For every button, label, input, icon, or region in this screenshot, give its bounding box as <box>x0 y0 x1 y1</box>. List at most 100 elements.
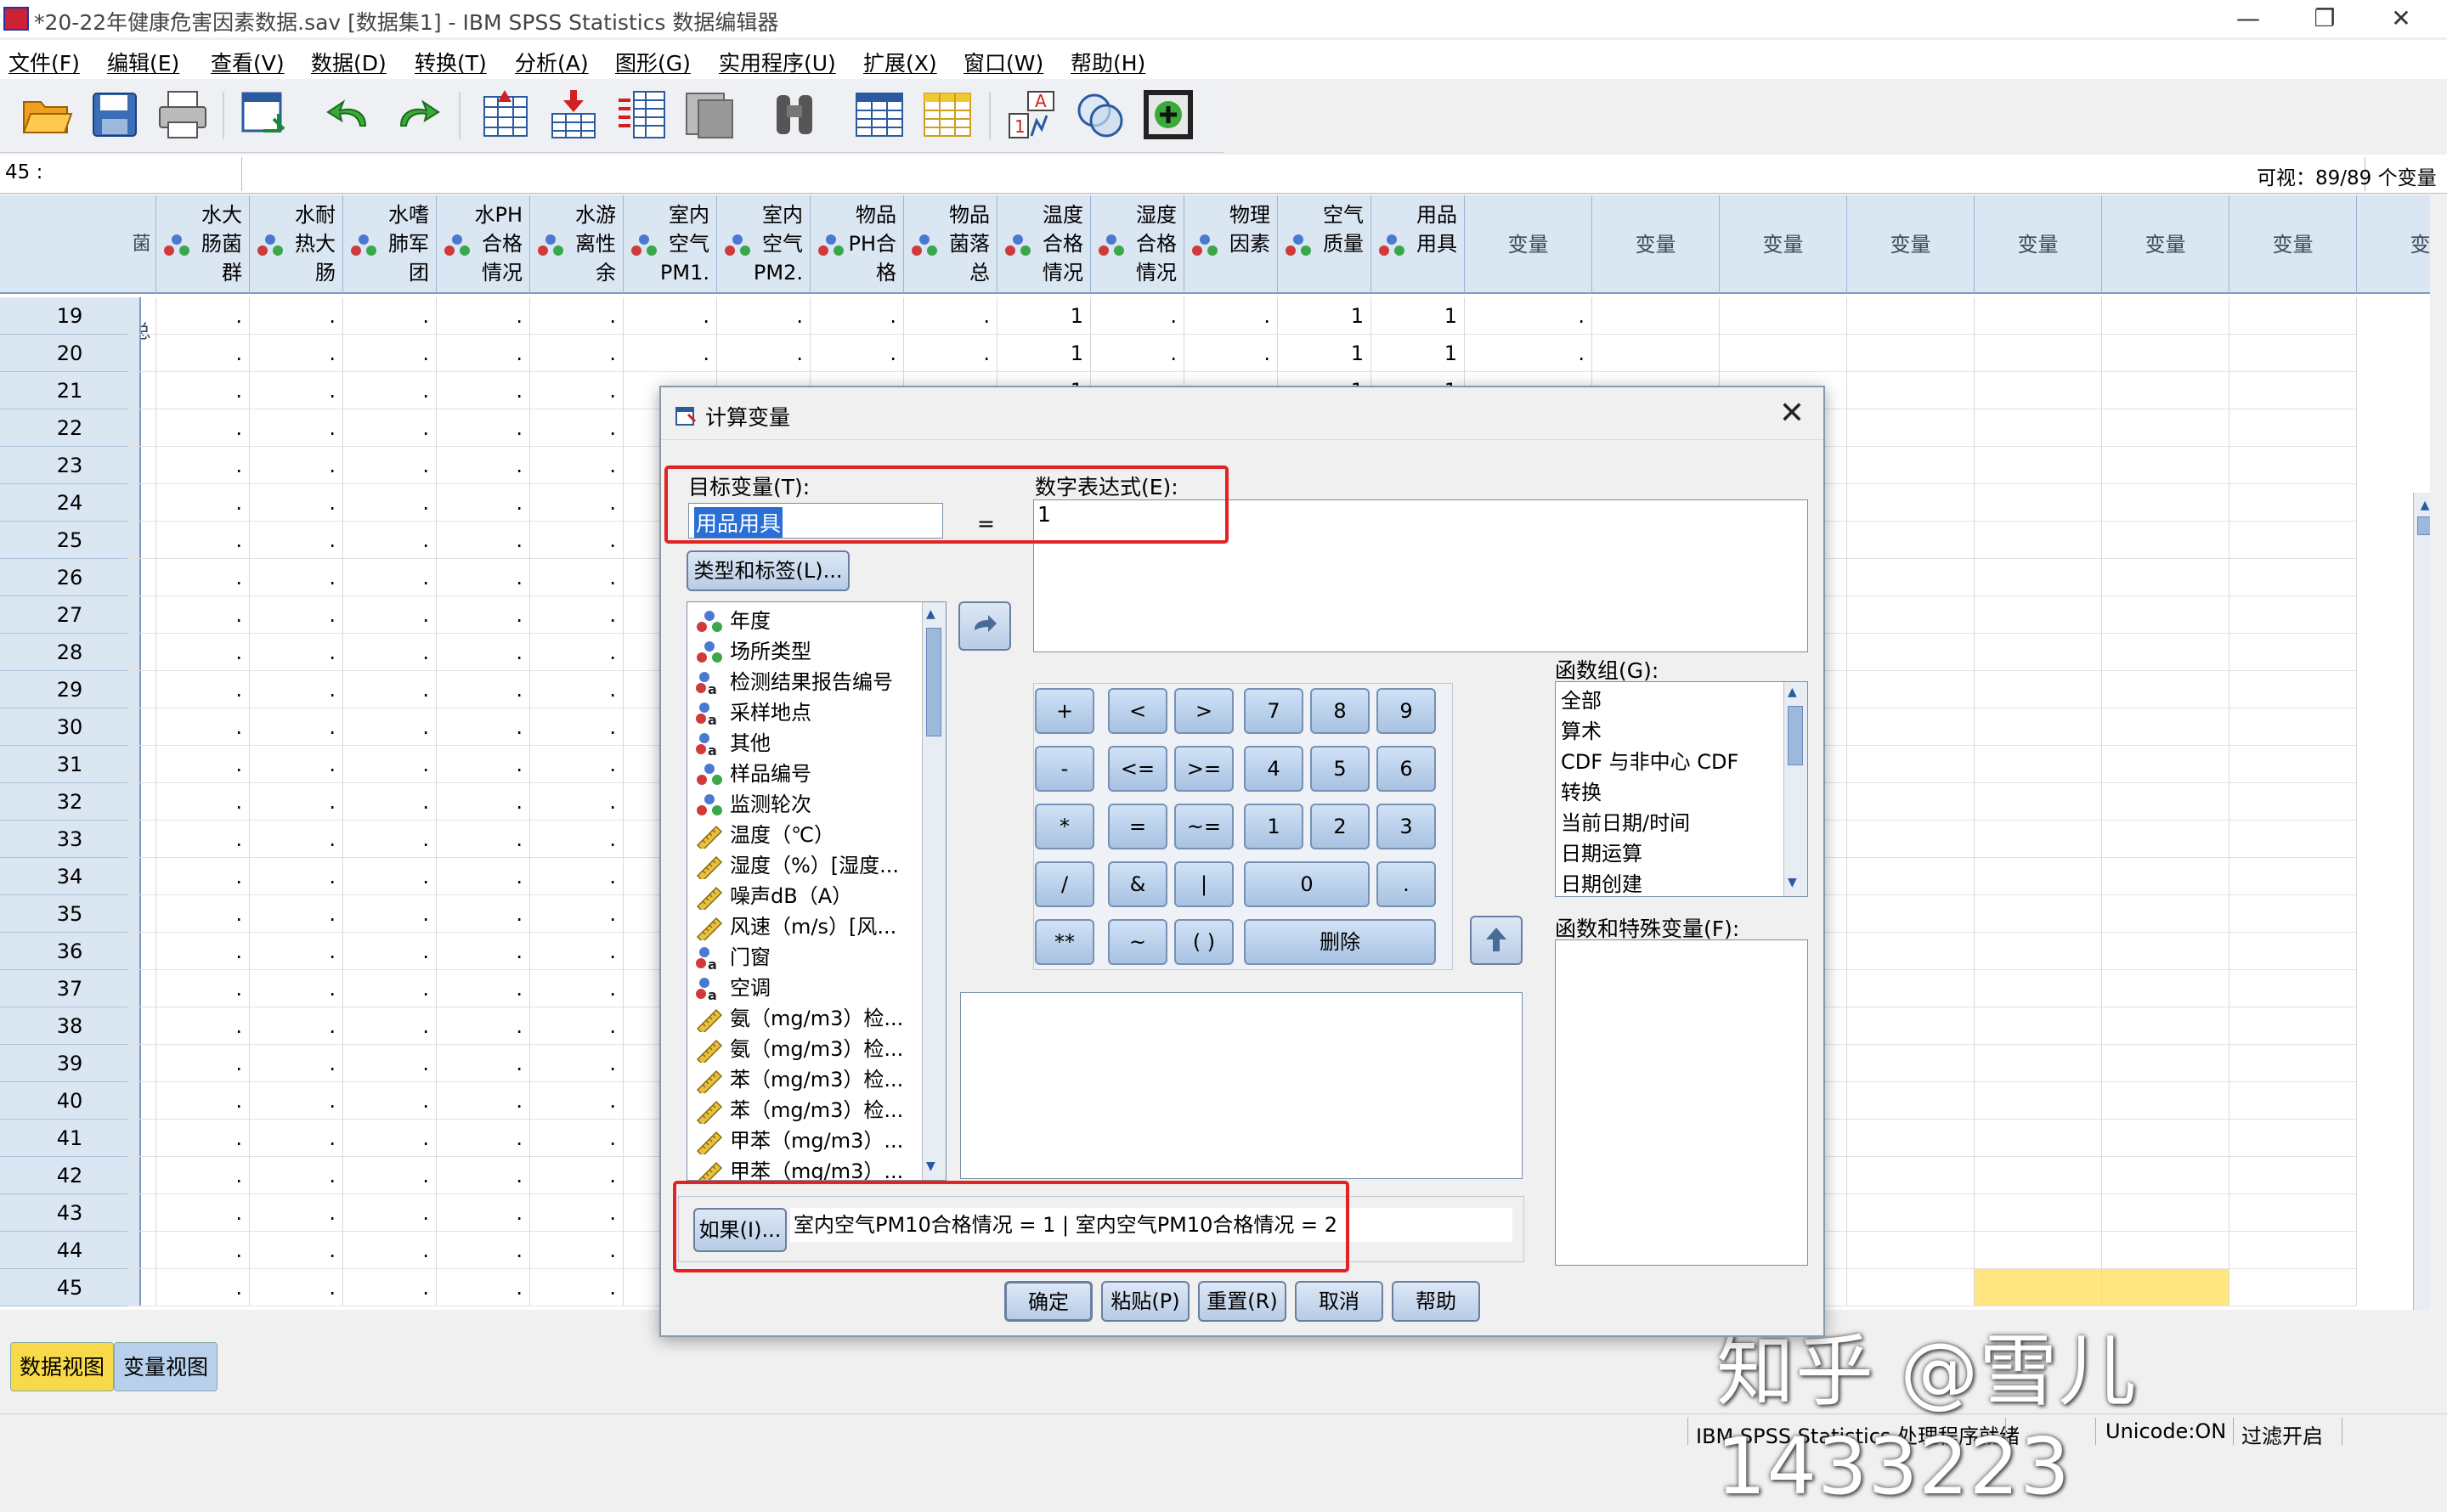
data-cell[interactable] <box>1975 783 2102 821</box>
data-cell[interactable]: . <box>530 297 624 335</box>
data-cell[interactable] <box>2229 671 2357 708</box>
row-header[interactable]: 22 <box>0 409 141 447</box>
row-header[interactable]: 33 <box>0 821 141 858</box>
function-group-item[interactable]: 转换 <box>1561 777 1602 808</box>
data-cell[interactable]: . <box>343 634 437 671</box>
row-header[interactable]: 39 <box>0 1045 141 1082</box>
data-cell[interactable] <box>2102 1120 2229 1157</box>
data-cell[interactable]: . <box>156 596 250 634</box>
tab-variable-view[interactable]: 变量视图 <box>114 1342 218 1391</box>
data-cell[interactable] <box>2229 335 2357 372</box>
data-cell[interactable]: . <box>156 708 250 746</box>
data-cell[interactable]: . <box>437 484 530 522</box>
row-header[interactable]: 25 <box>0 522 141 559</box>
keypad-key[interactable]: * <box>1035 804 1094 849</box>
data-cell[interactable]: . <box>156 783 250 821</box>
data-cell[interactable]: . <box>1091 335 1184 372</box>
data-cell[interactable] <box>1847 783 1975 821</box>
data-cell[interactable] <box>1847 522 1975 559</box>
variable-list-item[interactable]: 氨（mg/m3）检... <box>694 1003 903 1035</box>
data-cell[interactable] <box>1847 1007 1975 1045</box>
data-cell[interactable]: . <box>437 1007 530 1045</box>
help-button[interactable]: 帮助 <box>1392 1281 1480 1322</box>
data-cell[interactable]: . <box>437 596 530 634</box>
scroll-up-icon[interactable]: ▲ <box>1788 685 1797 699</box>
row-header[interactable]: 31 <box>0 746 141 783</box>
data-cell[interactable] <box>2229 297 2357 335</box>
data-cell[interactable]: . <box>343 821 437 858</box>
keypad-key[interactable]: 6 <box>1376 746 1436 792</box>
insert-cases-icon[interactable] <box>853 88 906 141</box>
data-cell[interactable] <box>1975 708 2102 746</box>
data-cell[interactable] <box>1975 447 2102 484</box>
data-cell[interactable] <box>1847 1194 1975 1232</box>
data-cell[interactable] <box>1975 1194 2102 1232</box>
data-cell[interactable] <box>2229 1082 2357 1120</box>
keypad-key[interactable]: = <box>1108 804 1167 849</box>
data-cell[interactable] <box>1847 484 1975 522</box>
column-header[interactable]: 菌总 <box>127 195 156 343</box>
data-cell[interactable] <box>2102 970 2229 1007</box>
data-cell[interactable] <box>127 409 156 447</box>
data-cell[interactable]: . <box>530 1082 624 1120</box>
data-cell[interactable] <box>1975 1232 2102 1269</box>
row-header[interactable]: 19 <box>0 297 141 335</box>
data-cell[interactable]: . <box>437 634 530 671</box>
scroll-up-icon[interactable]: ▲ <box>926 607 935 621</box>
data-cell[interactable] <box>127 297 156 335</box>
data-cell[interactable] <box>2102 559 2229 596</box>
data-cell[interactable] <box>127 1157 156 1194</box>
row-header[interactable]: 45 <box>0 1269 141 1306</box>
data-cell[interactable]: . <box>530 821 624 858</box>
data-cell[interactable]: . <box>437 559 530 596</box>
keypad-key[interactable]: 1 <box>1244 804 1303 849</box>
vertical-scrollbar[interactable]: ▲ <box>2413 493 2430 1310</box>
data-cell[interactable] <box>127 1007 156 1045</box>
data-cell[interactable] <box>2229 1157 2357 1194</box>
column-header[interactable]: 变量 <box>1847 195 1975 294</box>
data-cell[interactable]: . <box>343 671 437 708</box>
data-cell[interactable] <box>2102 858 2229 895</box>
functions-list[interactable] <box>1555 939 1808 1266</box>
data-cell[interactable]: . <box>437 1082 530 1120</box>
variable-list-item[interactable]: a 检测结果报告编号 <box>694 667 893 697</box>
menu-graphs[interactable]: 图形(G) <box>615 47 691 77</box>
row-header[interactable]: 30 <box>0 708 141 746</box>
data-cell[interactable] <box>1847 970 1975 1007</box>
data-cell[interactable]: . <box>343 447 437 484</box>
data-cell[interactable]: . <box>250 522 343 559</box>
data-cell[interactable]: . <box>530 372 624 409</box>
data-cell[interactable]: . <box>250 1157 343 1194</box>
keypad-key[interactable]: < <box>1108 688 1167 734</box>
data-cell[interactable] <box>2102 708 2229 746</box>
variable-list-item[interactable]: 监测轮次 <box>694 789 811 820</box>
data-cell[interactable]: . <box>343 1045 437 1082</box>
data-cell[interactable] <box>1975 335 2102 372</box>
data-cell[interactable] <box>1975 634 2102 671</box>
data-cell[interactable] <box>127 821 156 858</box>
data-cell[interactable] <box>127 895 156 933</box>
variable-list-item[interactable]: a 采样地点 <box>694 697 811 728</box>
keypad-key[interactable]: 2 <box>1310 804 1370 849</box>
data-cell[interactable] <box>2102 1232 2229 1269</box>
data-cell[interactable] <box>1975 970 2102 1007</box>
data-cell[interactable] <box>1592 335 1720 372</box>
column-header[interactable]: 湿度合格情况 <box>1091 195 1184 294</box>
data-cell[interactable]: . <box>530 895 624 933</box>
data-cell[interactable]: . <box>437 297 530 335</box>
data-cell[interactable] <box>2102 933 2229 970</box>
column-header[interactable]: 水游离性余 <box>530 195 624 294</box>
column-header[interactable]: 变量 <box>1975 195 2102 294</box>
dialog-recall-icon[interactable] <box>240 88 292 141</box>
data-cell[interactable]: . <box>343 895 437 933</box>
data-cell[interactable] <box>127 559 156 596</box>
variable-list-item[interactable]: 场所类型 <box>694 636 811 667</box>
data-cell[interactable]: . <box>343 1082 437 1120</box>
data-cell[interactable]: . <box>343 858 437 895</box>
data-cell[interactable] <box>1847 1269 1975 1306</box>
data-cell[interactable]: . <box>156 522 250 559</box>
data-cell[interactable]: . <box>904 297 997 335</box>
grid-corner[interactable] <box>0 195 141 294</box>
data-cell[interactable]: . <box>624 297 717 335</box>
data-cell[interactable] <box>2102 1157 2229 1194</box>
